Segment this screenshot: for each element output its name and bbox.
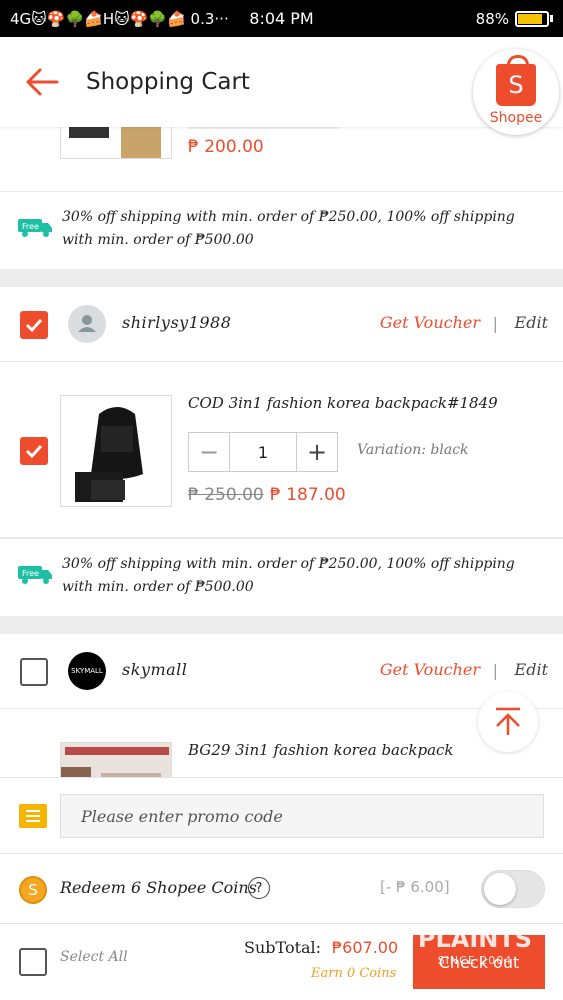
coins-value: [- ₱ 6.00]: [380, 878, 450, 896]
shop-row: shirlysy1988 Get Voucher | Edit: [0, 287, 563, 361]
svg-text:Free: Free: [22, 569, 39, 578]
product-image: [61, 743, 171, 777]
item-checkbox-checked[interactable]: [20, 437, 48, 465]
quantity-stepper: − 1 +: [188, 432, 338, 472]
back-button[interactable]: [12, 52, 72, 112]
product-thumbnail[interactable]: [60, 127, 172, 159]
item-title[interactable]: COD 3in1 fashion korea backpack#1849: [188, 394, 498, 412]
checkout-footer: Select All SubTotal: ₱607.00 Earn 0 Coin…: [0, 923, 563, 1000]
shipping-note: 30% off shipping with min. order of ₱250…: [62, 209, 515, 248]
redeem-coins-label: Redeem 6 Shopee Coins: [60, 878, 257, 897]
original-price: ₱ 250.00: [188, 485, 264, 505]
subtotal-value: ₱607.00: [332, 938, 399, 957]
variation-label[interactable]: Variation: black: [357, 442, 469, 458]
page-title: Shopping Cart: [86, 69, 250, 95]
cart-list[interactable]: ₱ 200.00 Free 30% off shipping with min.…: [0, 127, 563, 777]
scroll-to-top-button[interactable]: [478, 692, 538, 752]
shop-row: SKYMALL skymall Get Voucher | Edit: [0, 634, 563, 708]
shopee-logo-button[interactable]: S Shopee: [473, 49, 559, 135]
get-voucher-button[interactable]: Get Voucher: [380, 313, 480, 332]
free-shipping-truck-icon: Free: [18, 219, 52, 237]
promo-code-input[interactable]: [60, 794, 544, 838]
cart-item-partial: ₱ 200.00: [0, 127, 563, 191]
status-right: 88%: [476, 10, 553, 28]
product-thumbnail[interactable]: [60, 395, 172, 507]
shop-avatar-icon[interactable]: [68, 305, 106, 343]
edit-button[interactable]: Edit: [515, 660, 548, 679]
app-header: Shopping Cart S Shopee: [0, 37, 563, 135]
cart-item: COD 3in1 fashion korea backpack#1849 − 1…: [0, 361, 563, 537]
subtotal-label: SubTotal:: [244, 938, 322, 957]
arrow-up-icon: [496, 707, 520, 735]
back-arrow-icon: [26, 68, 59, 96]
shop-checkbox-checked[interactable]: [20, 311, 48, 339]
select-all-label[interactable]: Select All: [60, 949, 128, 965]
check-icon: [25, 318, 43, 333]
backpack-image: [75, 407, 143, 502]
battery-icon: [515, 10, 549, 27]
earn-coins-label: Earn 0 Coins: [311, 966, 397, 981]
shop-name[interactable]: skymall: [122, 660, 187, 679]
shipping-note: 30% off shipping with min. order of ₱250…: [62, 556, 515, 595]
product-image: [69, 127, 161, 158]
free-shipping-truck-icon: Free: [18, 566, 52, 584]
get-voucher-button[interactable]: Get Voucher: [380, 660, 480, 679]
status-icons: 4G🐱🍄🌳🍰H🐱🍄🌳🍰 0.3···: [10, 9, 229, 28]
promo-row: [0, 777, 563, 853]
help-icon[interactable]: ?: [248, 877, 270, 899]
svg-text:Free: Free: [22, 222, 39, 231]
shopee-logo-label: Shopee: [489, 110, 543, 126]
shopee-coin-icon: S: [19, 876, 47, 904]
coins-row: S Redeem 6 Shopee Coins ? [- ₱ 6.00]: [0, 853, 563, 923]
separator: |: [492, 661, 498, 680]
checkout-button[interactable]: Check out: [413, 935, 545, 989]
status-bar: 4G🐱🍄🌳🍰H🐱🍄🌳🍰 0.3··· 8:04 PM 88%: [0, 0, 563, 37]
check-icon: [25, 444, 43, 459]
increase-button[interactable]: +: [296, 432, 338, 472]
divider: [188, 127, 338, 129]
shop-logo[interactable]: SKYMALL: [68, 652, 106, 690]
battery-percent: 88%: [475, 9, 509, 28]
item-title[interactable]: BG29 3in1 fashion korea backpack: [188, 741, 454, 759]
voucher-ticket-icon: [19, 804, 47, 828]
product-thumbnail[interactable]: [60, 742, 172, 777]
battery-tip: [550, 15, 553, 22]
shipping-promo-row: Free 30% off shipping with min. order of…: [0, 538, 563, 616]
shopee-bag-icon: S: [496, 55, 536, 106]
sale-price: ₱ 187.00: [270, 485, 346, 505]
shop-name[interactable]: shirlysy1988: [122, 313, 231, 332]
shipping-promo-row: Free 30% off shipping with min. order of…: [0, 191, 563, 269]
item-price: ₱ 200.00: [188, 137, 264, 157]
edit-button[interactable]: Edit: [515, 313, 548, 332]
quantity-value[interactable]: 1: [230, 432, 296, 472]
shop-checkbox-unchecked[interactable]: [20, 658, 48, 686]
select-all-checkbox[interactable]: [19, 948, 47, 976]
decrease-button[interactable]: −: [188, 432, 230, 472]
separator: |: [492, 314, 498, 333]
redeem-coins-toggle[interactable]: [481, 870, 545, 908]
